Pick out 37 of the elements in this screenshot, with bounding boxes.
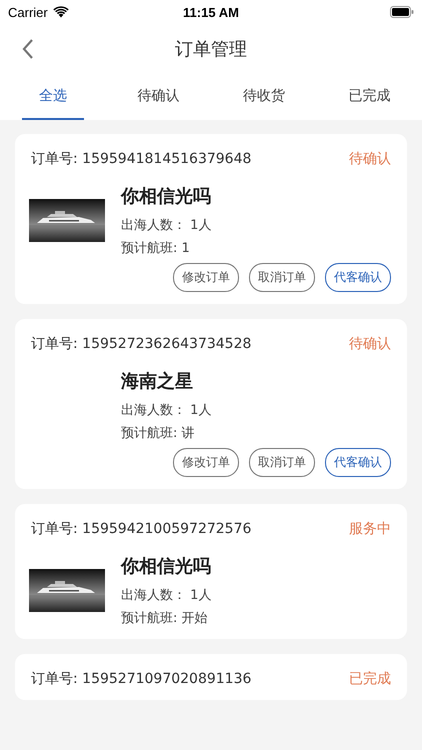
action-button[interactable]: 代客确认 <box>325 263 391 292</box>
passenger-count: 出海人数： 1人 <box>121 402 212 419</box>
page-title: 订单管理 <box>175 38 247 61</box>
order-card[interactable]: 订单号: 1595941814516379648 待确认 你相信光吗 出海人数： 1人 预计航班: 1 修改订单 取消订单 代客确认 <box>15 134 407 304</box>
back-icon[interactable] <box>22 39 34 59</box>
action-button[interactable]: 修改订单 <box>173 263 239 292</box>
carrier-label: Carrier <box>8 4 48 20</box>
order-status: 待确认 <box>349 150 391 168</box>
order-number: 订单号: 1595942100597272576 <box>31 520 252 538</box>
passenger-count: 出海人数： 1人 <box>121 217 212 234</box>
order-card[interactable]: 订单号: 1595271097020891136 已完成 <box>15 654 407 700</box>
action-button[interactable]: 取消订单 <box>249 263 315 292</box>
order-card[interactable]: 订单号: 1595272362643734528 待确认 海南之星 出海人数： 1人 预计航班: 讲 修改订单 取消订单 代客确认 <box>15 319 407 489</box>
tab[interactable]: 待收货 <box>233 74 294 120</box>
boat-name: 你相信光吗 <box>121 185 212 208</box>
order-number: 订单号: 1595272362643734528 <box>31 335 252 353</box>
flight-info: 预计航班: 1 <box>121 240 191 257</box>
action-button[interactable]: 取消订单 <box>249 448 315 477</box>
tab[interactable]: 已完成 <box>338 74 400 120</box>
order-status: 服务中 <box>349 520 391 538</box>
action-button[interactable]: 代客确认 <box>325 448 391 477</box>
passenger-count: 出海人数： 1人 <box>121 587 212 604</box>
order-status: 已完成 <box>349 670 391 688</box>
tab[interactable]: 全选 <box>22 74 84 120</box>
action-button[interactable]: 修改订单 <box>173 448 239 477</box>
order-number: 订单号: 1595941814516379648 <box>31 150 252 168</box>
order-card[interactable]: 订单号: 1595942100597272576 服务中 你相信光吗 出海人数： 1人 预计航班: 开始 <box>15 504 407 639</box>
order-number: 订单号: 1595271097020891136 <box>31 670 252 688</box>
tab[interactable]: 待确认 <box>128 74 189 120</box>
order-status: 待确认 <box>349 335 391 353</box>
flight-info: 预计航班: 讲 <box>121 425 196 442</box>
clock-time: 11:15 AM <box>183 4 239 20</box>
boat-name: 你相信光吗 <box>121 555 212 578</box>
battery-icon <box>390 6 414 18</box>
flight-info: 预计航班: 开始 <box>121 610 209 627</box>
wifi-icon <box>52 6 69 18</box>
boat-name: 海南之星 <box>121 370 194 393</box>
